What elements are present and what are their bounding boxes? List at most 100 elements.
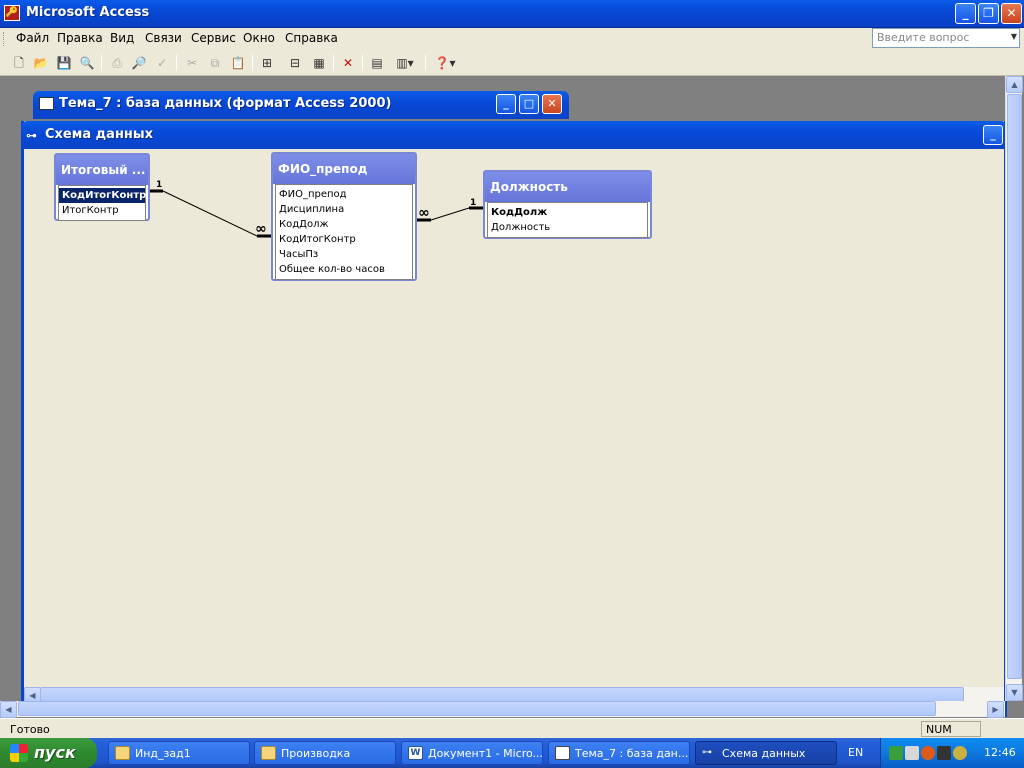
close-button[interactable]: ✕ [1001,3,1022,24]
task-label: Инд_зад1 [135,747,191,760]
folder-icon [115,746,130,760]
clock[interactable]: 12:46 [984,746,1016,759]
save-icon[interactable]: 💾 [55,54,73,72]
field-item[interactable]: Должность [488,220,647,235]
table-card-itogoviy[interactable]: Итоговый ... КодИтогКонтр ИтогКонтр [54,153,150,221]
vertical-scrollbar[interactable]: ▲ ▼ [1005,76,1023,701]
scroll-up-icon[interactable]: ▲ [1006,76,1023,93]
toolbar-separator [362,55,363,71]
direct-relationships-icon[interactable]: ⊟ [286,54,304,72]
windows-logo-icon [10,744,28,762]
table-name[interactable]: Должность [485,172,650,202]
table-name[interactable]: ФИО_препод [273,154,415,184]
schema-minimize-button[interactable]: _ [983,125,1003,145]
antivirus-icon[interactable] [921,746,935,760]
menu-view[interactable]: Вид [110,31,134,45]
paste-icon[interactable]: 📋 [229,54,247,72]
menu-window[interactable]: Окно [243,31,275,45]
table-card-dolzhnost[interactable]: Должность КодДолж Должность [483,170,652,239]
db-close-button[interactable]: ✕ [542,94,562,114]
save-search-icon[interactable]: 🔍 [78,54,96,72]
field-item[interactable]: КодДолж [276,217,412,232]
menu-bar: Файл Правка Вид Связи Сервис Окно Справк… [0,28,1024,50]
print-icon[interactable]: ⎙ [108,54,126,72]
restore-button[interactable]: ❐ [978,3,999,24]
audio-icon[interactable] [953,746,967,760]
scroll-right-icon[interactable]: ▶ [987,701,1004,718]
schema-horizontal-thumb[interactable] [40,687,964,702]
toolbar-separator [425,55,426,71]
toolbar-separator [252,55,253,71]
menu-file[interactable]: Файл [16,31,49,45]
minimize-button[interactable]: _ [955,3,976,24]
field-item[interactable]: Дисциплина [276,202,412,217]
delete-icon[interactable]: ✕ [339,54,357,72]
task-label: Тема_7 : база дан... [575,747,689,760]
db-maximize-button[interactable]: □ [519,94,539,114]
app-horizontal-scrollbar[interactable]: ◀ ▶ [0,701,1005,718]
language-indicator[interactable]: EN [848,746,863,759]
vertical-scroll-thumb[interactable] [1007,94,1022,679]
relationships-title-bar[interactable]: ⊶ Схема данных _ [21,121,1007,149]
field-list: КодИтогКонтр ИтогКонтр [58,185,146,221]
print-preview-icon[interactable]: 🔎 [130,54,148,72]
new-object-icon[interactable]: ▥▾ [392,54,418,72]
network-icon[interactable] [889,746,903,760]
schema-horizontal-scrollbar[interactable]: ◀ [24,687,1004,702]
media-icon[interactable] [937,746,951,760]
open-icon[interactable]: 📂 [32,54,50,72]
task-label: Документ1 - Micro... [428,747,543,760]
field-list: КодДолж Должность [487,202,648,238]
spelling-icon[interactable]: ✓ [153,54,171,72]
task-button[interactable]: Инд_зад1 [108,741,250,765]
task-button[interactable]: Тема_7 : база дан... [548,741,690,765]
task-label: Производка [281,747,351,760]
new-icon[interactable]: 🗋 [10,54,28,72]
toolbar-separator [101,55,102,71]
scroll-down-icon[interactable]: ▼ [1006,684,1023,701]
menu-grip[interactable] [3,32,6,46]
chevron-down-icon[interactable]: ▼ [1011,32,1017,41]
properties-icon[interactable]: ▤ [368,54,386,72]
toolbar-separator [333,55,334,71]
display-icon[interactable] [905,746,919,760]
table-card-fio-prepod[interactable]: ФИО_препод ФИО_препод Дисциплина КодДолж… [271,152,417,281]
taskbar: пуск Инд_зад1 Производка W Документ1 - M… [0,738,1024,768]
table-name[interactable]: Итоговый ... [56,155,148,185]
start-label: пуск [34,743,76,762]
field-item[interactable]: ФИО_препод [276,187,412,202]
field-item[interactable]: ЧасыПз [276,247,412,262]
app-horizontal-thumb[interactable] [18,701,936,716]
database-window[interactable]: Тема_7 : база данных (формат Access 2000… [33,91,569,119]
relationships-icon: ⊶ [702,747,712,758]
field-item[interactable]: КодДолж [488,205,647,220]
copy-icon[interactable]: ⧉ [206,54,224,72]
task-button[interactable]: Производка [254,741,396,765]
task-button-active[interactable]: ⊶ Схема данных [695,741,837,765]
scroll-left-icon[interactable]: ◀ [0,701,17,718]
show-table-icon[interactable]: ⊞ [258,54,276,72]
field-item[interactable]: КодИтогКонтр [276,232,412,247]
access-app-icon[interactable]: 🔑 [4,5,20,21]
scroll-left-icon[interactable]: ◀ [24,687,41,702]
status-text: Готово [10,723,50,736]
ask-question-input[interactable]: Введите вопрос ▼ [872,28,1020,48]
field-item[interactable]: КодИтогКонтр [59,188,146,203]
menu-tools[interactable]: Сервис [191,31,236,45]
menu-help[interactable]: Справка [285,31,338,45]
app-title-bar: 🔑 Microsoft Access _ ❐ ✕ [0,0,1024,28]
db-minimize-button[interactable]: _ [496,94,516,114]
folder-icon [261,746,276,760]
help-icon[interactable]: ❓▾ [431,54,459,72]
cut-icon[interactable]: ✂ [183,54,201,72]
start-button[interactable]: пуск [0,738,97,768]
field-list: ФИО_препод Дисциплина КодДолж КодИтогКон… [275,184,413,280]
field-item[interactable]: Общее кол-во часов [276,262,412,277]
menu-edit[interactable]: Правка [57,31,103,45]
all-relationships-icon[interactable]: ▦ [310,54,328,72]
status-bar: Готово NUM [0,718,1024,738]
task-button[interactable]: W Документ1 - Micro... [401,741,543,765]
menu-relations[interactable]: Связи [145,31,182,45]
ask-question-placeholder: Введите вопрос [877,31,970,44]
field-item[interactable]: ИтогКонтр [59,203,145,218]
